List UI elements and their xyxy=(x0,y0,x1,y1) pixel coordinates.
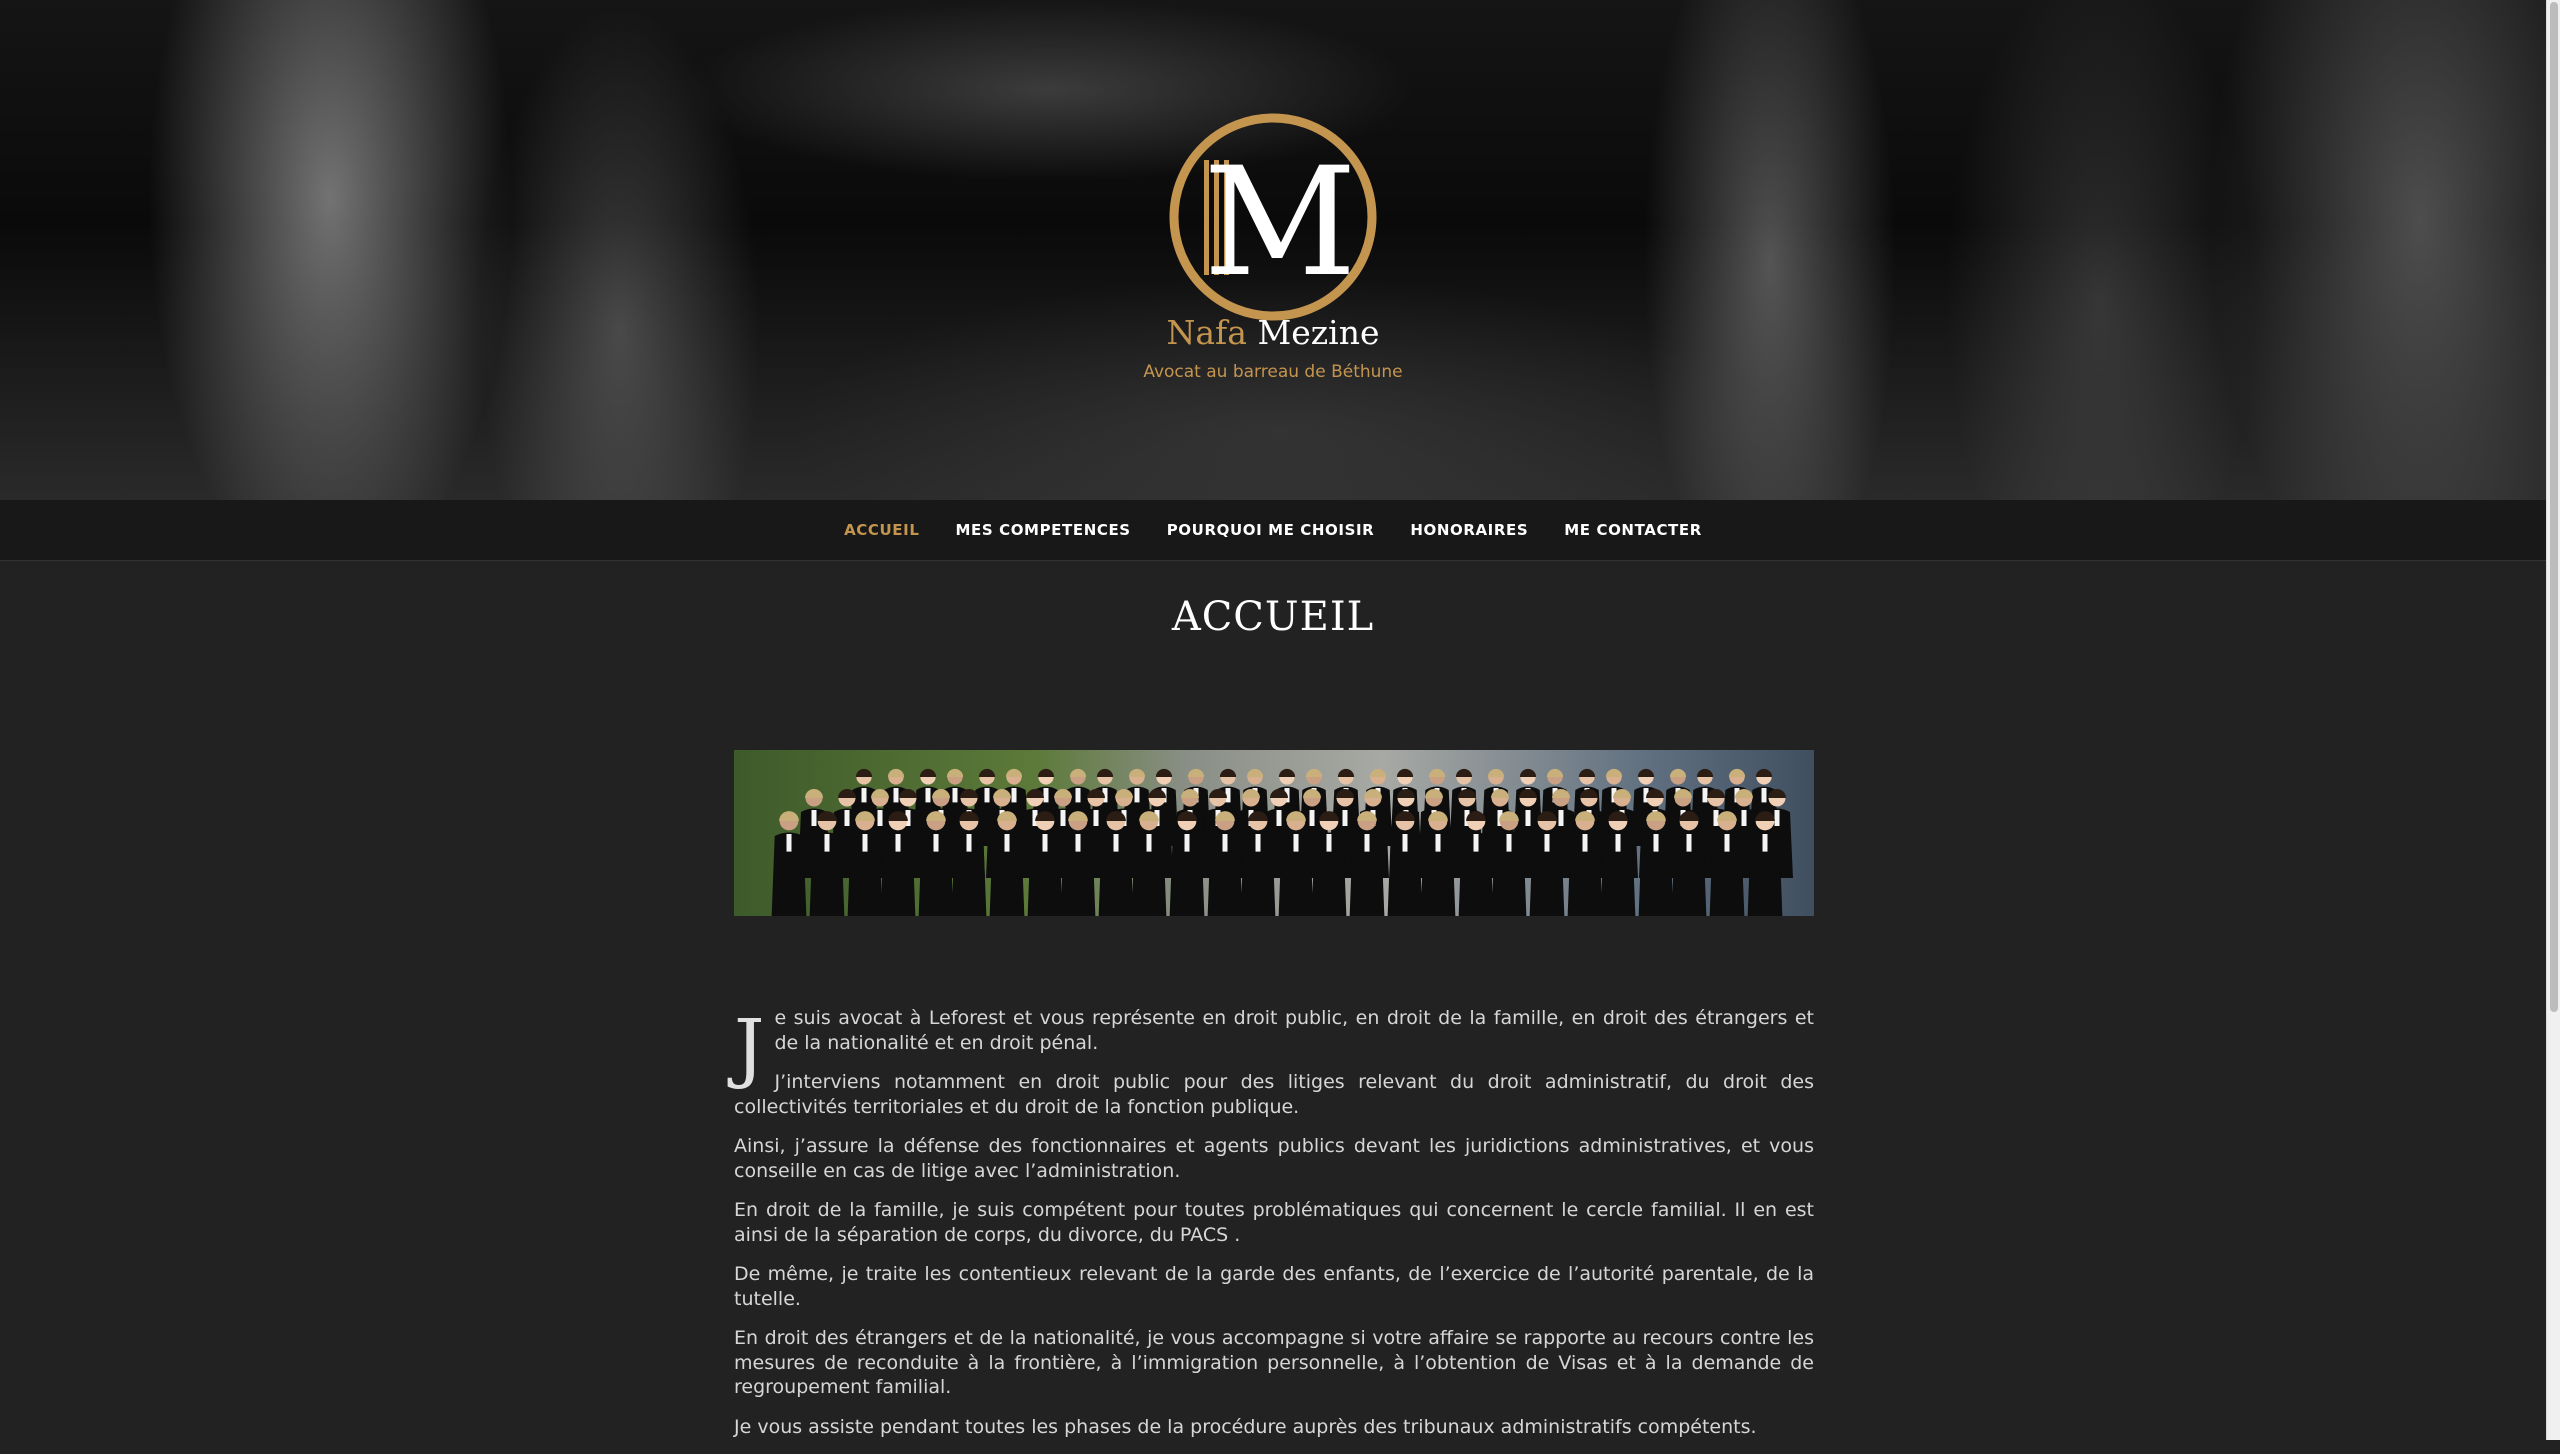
header-banner: M Nafa Mezine Avocat au barreau de Béthu… xyxy=(0,0,2546,500)
content-paragraph: Ainsi, j’assure la défense des fonctionn… xyxy=(734,1135,1814,1182)
rabat-collar xyxy=(811,810,817,826)
rabat-collar xyxy=(1042,834,1048,852)
rabat-collar xyxy=(1653,834,1659,852)
team-photo xyxy=(734,750,1814,916)
rabat-collar xyxy=(1043,788,1049,803)
nav-item-me-contacter[interactable]: ME CONTACTER xyxy=(1564,521,1702,539)
rabat-collar xyxy=(1309,810,1315,826)
rabat-collar xyxy=(1011,788,1017,803)
rabat-collar xyxy=(1435,834,1441,852)
rabat-collar xyxy=(861,788,867,803)
rabat-collar xyxy=(1702,788,1708,803)
rabat-collar xyxy=(1724,834,1730,852)
nav-item-accueil[interactable]: ACCUEIL xyxy=(844,521,919,539)
rabat-collar xyxy=(895,834,901,852)
logo-letter: M xyxy=(1203,136,1357,310)
content-paragraph: De même, je traite les contentieux relev… xyxy=(734,1263,1814,1310)
rabat-collar xyxy=(1146,834,1152,852)
group-of-lawyers xyxy=(771,768,1793,916)
page-title: ACCUEIL xyxy=(1171,594,1375,640)
rabat-collar xyxy=(1342,810,1348,826)
rabat-collar xyxy=(1184,834,1190,852)
rabat-collar xyxy=(1276,810,1282,826)
intro-text: Je suis avocat à Leforest et vous représ… xyxy=(734,1006,1814,1454)
rabat-collar xyxy=(1761,788,1767,803)
rabat-collar xyxy=(1473,834,1479,852)
content-paragraph: Je vous assiste pendant toutes les phase… xyxy=(734,1415,1757,1438)
rabat-collar xyxy=(933,834,939,852)
rabat-collar xyxy=(1582,834,1588,852)
rabat-collar xyxy=(1762,834,1768,852)
rabat-collar xyxy=(1075,788,1081,803)
rabat-collar xyxy=(1075,834,1081,852)
brand-name: Nafa Mezine xyxy=(1080,313,1466,352)
nav-menu: ACCUEIL MES COMPETENCES POURQUOI ME CHOI… xyxy=(0,500,2546,560)
rabat-collar xyxy=(984,788,990,803)
nav-item-mes-competences[interactable]: MES COMPETENCES xyxy=(956,521,1131,539)
rabat-collar xyxy=(1060,810,1066,826)
brand-tagline: Avocat au barreau de Béthune xyxy=(1143,362,1403,382)
rabat-collar xyxy=(925,788,931,803)
rabat-collar xyxy=(966,834,972,852)
nav-item-pourquoi-me-choisir[interactable]: POURQUOI ME CHOISIR xyxy=(1167,521,1375,539)
rabat-collar xyxy=(786,834,792,852)
rabat-collar xyxy=(1293,834,1299,852)
brand-last-name: Mezine xyxy=(1257,313,1380,352)
rabat-collar xyxy=(824,834,830,852)
nav-item-honoraires[interactable]: HONORAIRES xyxy=(1410,521,1528,539)
rabat-collar xyxy=(1525,810,1531,826)
rabat-collar xyxy=(844,810,850,826)
rabat-collar xyxy=(1255,834,1261,852)
rabat-collar xyxy=(1093,810,1099,826)
rabat-collar xyxy=(1222,834,1228,852)
content-paragraph: En droit des étrangers et de la national… xyxy=(734,1327,1814,1398)
scrollbar-thumb[interactable] xyxy=(2550,2,2558,1012)
content-paragraph: J’interviens notamment en droit public p… xyxy=(734,1071,1814,1118)
rabat-collar xyxy=(1113,834,1119,852)
rabat-collar xyxy=(1558,810,1564,826)
vertical-scrollbar[interactable] xyxy=(2546,0,2560,1440)
rabat-collar xyxy=(1741,810,1747,826)
rabat-collar xyxy=(1134,788,1140,803)
rabat-collar xyxy=(952,788,958,803)
rabat-collar xyxy=(1774,810,1780,826)
rabat-collar xyxy=(1506,834,1512,852)
rabat-collar xyxy=(862,834,868,852)
rabat-collar xyxy=(1004,834,1010,852)
rabat-collar xyxy=(1686,834,1692,852)
main-navigation: ACCUEIL MES COMPETENCES POURQUOI ME CHOI… xyxy=(0,500,2546,561)
rabat-collar xyxy=(1615,834,1621,852)
dropcap-letter: J xyxy=(734,1002,765,1091)
rabat-collar xyxy=(1326,834,1332,852)
intro-paragraph: Je suis avocat à Leforest et vous représ… xyxy=(734,1006,1814,1085)
logo-emblem[interactable]: M xyxy=(1168,112,1378,322)
rabat-collar xyxy=(1364,834,1370,852)
rabat-collar xyxy=(877,810,883,826)
content-paragraph: En droit de la famille, je suis compéten… xyxy=(734,1199,1814,1246)
rabat-collar xyxy=(893,788,899,803)
intro-first-paragraph-text: e suis avocat à Leforest et vous représe… xyxy=(774,1007,1814,1054)
brand-first-name: Nafa xyxy=(1166,313,1247,352)
team-photo-image xyxy=(734,750,1814,916)
rabat-collar xyxy=(1402,834,1408,852)
rabat-collar xyxy=(1544,834,1550,852)
